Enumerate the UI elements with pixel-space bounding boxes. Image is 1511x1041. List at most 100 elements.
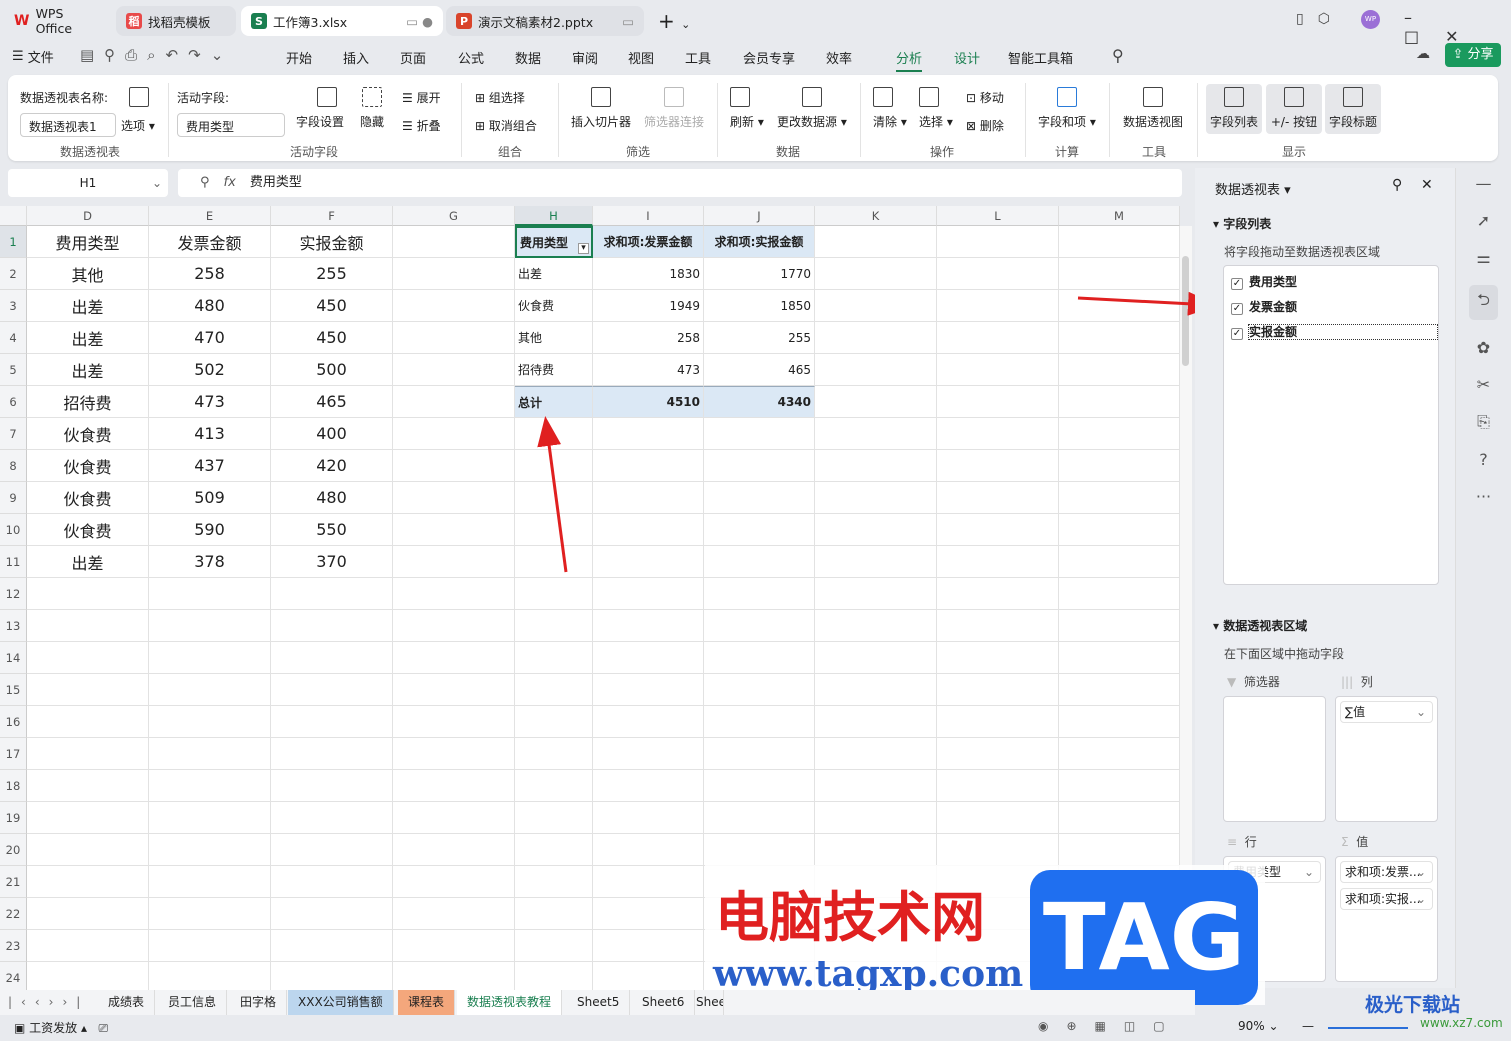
source-cell[interactable]: 发票金额 [149, 226, 271, 258]
column-header[interactable]: L [937, 206, 1059, 226]
pivot-cell[interactable]: 1850 [704, 290, 815, 322]
tab-workbook[interactable]: S 工作簿3.xlsx ▭ ● [241, 6, 443, 36]
delete-button[interactable]: ⊠ 删除 [966, 117, 1004, 134]
cell[interactable] [515, 770, 593, 802]
cell[interactable] [515, 546, 593, 578]
field-item[interactable]: ✓ 实报金额 [1231, 323, 1439, 340]
cell[interactable] [27, 642, 149, 674]
minimize-icon[interactable]: — [1476, 174, 1492, 193]
pivot-cell[interactable]: 473 [593, 354, 704, 386]
sheet-tab[interactable]: 田字格 [230, 990, 288, 1015]
cell[interactable] [1059, 258, 1180, 290]
refresh-button[interactable]: 刷新 ▾ [730, 87, 764, 134]
cell[interactable] [815, 290, 937, 322]
cell[interactable] [593, 834, 704, 866]
cell[interactable] [704, 802, 815, 834]
group-select-button[interactable]: ⊞ 组选择 [475, 89, 525, 106]
menu-tab[interactable]: 公式 [458, 48, 484, 67]
cell[interactable] [815, 578, 937, 610]
cell[interactable] [271, 802, 393, 834]
cell[interactable] [393, 514, 515, 546]
row-header[interactable]: 22 [0, 898, 27, 930]
cell[interactable] [815, 386, 937, 418]
cell[interactable] [937, 482, 1059, 514]
cell[interactable] [1059, 738, 1180, 770]
cell[interactable] [815, 738, 937, 770]
tools-icon[interactable]: ✂ [1477, 375, 1490, 394]
cell[interactable] [27, 674, 149, 706]
zoom-out-button[interactable]: — [1302, 1019, 1314, 1033]
cell[interactable] [149, 738, 271, 770]
source-cell[interactable]: 500 [271, 354, 393, 386]
cell[interactable] [1059, 322, 1180, 354]
cell[interactable] [593, 450, 704, 482]
source-cell[interactable]: 370 [271, 546, 393, 578]
cell[interactable] [27, 738, 149, 770]
cell[interactable] [149, 674, 271, 706]
source-cell[interactable]: 258 [149, 258, 271, 290]
source-cell[interactable]: 450 [271, 322, 393, 354]
column-header[interactable]: E [149, 206, 271, 226]
cell[interactable] [1059, 226, 1180, 258]
ungroup-button[interactable]: ⊞ 取消组合 [475, 117, 537, 134]
row-header[interactable]: 1 [0, 226, 27, 258]
cell[interactable] [515, 674, 593, 706]
cell[interactable] [393, 738, 515, 770]
cell[interactable] [27, 770, 149, 802]
cell[interactable] [593, 898, 704, 930]
cell[interactable] [593, 674, 704, 706]
cell[interactable] [149, 610, 271, 642]
panel-title[interactable]: 数据透视表 ▾ [1215, 179, 1291, 198]
clear-button[interactable]: 清除 ▾ [873, 87, 907, 134]
row-header[interactable]: 8 [0, 450, 27, 482]
collapse-button[interactable]: ☰ 折叠 [402, 117, 441, 134]
cell[interactable] [593, 610, 704, 642]
cell[interactable] [815, 802, 937, 834]
source-cell[interactable]: 465 [271, 386, 393, 418]
cell[interactable] [815, 546, 937, 578]
menu-tab[interactable]: 视图 [628, 48, 654, 67]
sheet-tab[interactable]: 成绩表 [98, 990, 156, 1015]
cell[interactable] [515, 898, 593, 930]
cell[interactable] [1059, 354, 1180, 386]
cell[interactable] [815, 226, 937, 258]
cell[interactable] [515, 578, 593, 610]
source-cell[interactable]: 伙食费 [27, 450, 149, 482]
cell[interactable] [704, 482, 815, 514]
pivot-panel-icon[interactable]: ⮌ [1469, 285, 1498, 320]
cell[interactable] [593, 802, 704, 834]
column-drop-area[interactable]: ∑值 ⌄ [1335, 696, 1438, 822]
sheet-nav-buttons[interactable]: |‹‹››| [8, 995, 89, 1009]
field-list-header[interactable]: ▾ 字段列表 [1213, 215, 1271, 232]
cell[interactable] [937, 610, 1059, 642]
cell[interactable] [593, 482, 704, 514]
field-headers-button[interactable]: 字段标题 [1325, 84, 1381, 134]
cell[interactable] [937, 706, 1059, 738]
avatar[interactable]: WP [1361, 10, 1380, 29]
cell[interactable] [593, 706, 704, 738]
plus-minus-buttons-button[interactable]: +/- 按钮 [1266, 84, 1322, 134]
column-header[interactable]: H [515, 206, 593, 226]
cell[interactable] [815, 514, 937, 546]
cell[interactable] [515, 642, 593, 674]
cloud-icon[interactable]: ☁ [1416, 46, 1430, 62]
select-button[interactable]: 选择 ▾ [919, 87, 953, 134]
cell[interactable] [937, 834, 1059, 866]
cell[interactable] [937, 386, 1059, 418]
cell[interactable] [27, 834, 149, 866]
cell[interactable] [1059, 514, 1180, 546]
sheet-tab[interactable]: XXX公司销售额 [288, 990, 394, 1015]
cell[interactable] [815, 706, 937, 738]
row-header[interactable]: 15 [0, 674, 27, 706]
pivot-cell[interactable]: 其他 [515, 322, 593, 354]
cell[interactable] [593, 514, 704, 546]
cell[interactable] [149, 834, 271, 866]
checkbox-checked[interactable]: ✓ [1231, 328, 1243, 340]
sliders-icon[interactable]: ⚌ [1476, 248, 1490, 267]
pivot-cell[interactable]: 258 [593, 322, 704, 354]
cell[interactable] [271, 674, 393, 706]
cell[interactable] [271, 898, 393, 930]
cell[interactable] [1059, 802, 1180, 834]
zoom-slider[interactable] [1328, 1027, 1408, 1029]
cell[interactable] [393, 610, 515, 642]
